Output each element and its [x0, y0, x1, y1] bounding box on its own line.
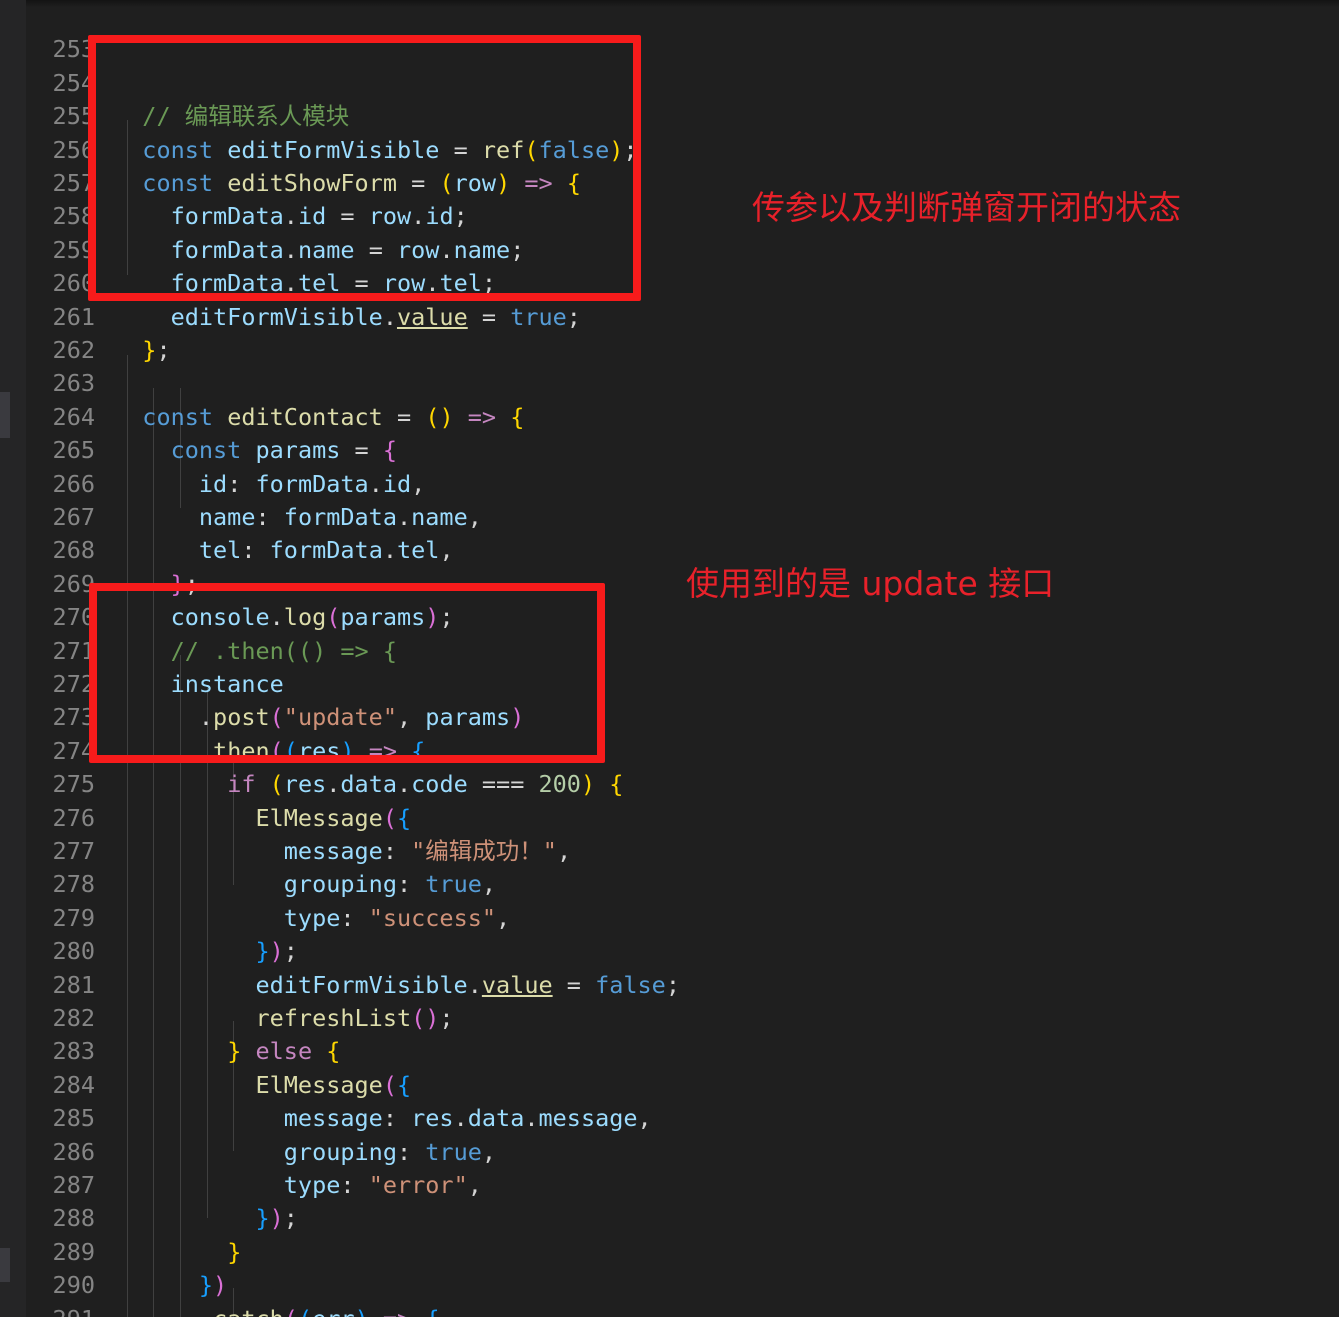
annotation-update-api: 使用到的是 update 接口 — [686, 564, 1055, 603]
code-line[interactable]: 273 .then((res) => { — [0, 668, 1339, 764]
code-line[interactable]: 254 // 编辑联系人模块 — [0, 33, 1339, 130]
code-line[interactable]: 277 grouping: true, — [0, 802, 1339, 898]
code-line[interactable]: 265 id: formData.id, — [0, 401, 1339, 497]
vertical-scrollbar-thumb-secondary[interactable] — [0, 1248, 10, 1282]
code-line[interactable]: 280 editFormVisible.value = false; — [0, 902, 1339, 998]
code-line[interactable]: 284 message: res.data.message, — [0, 1035, 1339, 1132]
code-line[interactable]: 253 — [0, 0, 1339, 63]
vertical-scrollbar-thumb[interactable] — [0, 392, 10, 438]
code-editor-viewport[interactable]: 253 254 // 编辑联系人模块 255 const editFormVis… — [0, 0, 1339, 1317]
code-line[interactable]: 266 name: formData.name, — [0, 434, 1339, 531]
code-line[interactable]: 276 message: "编辑成功！", — [0, 768, 1339, 865]
code-line[interactable]: 267 tel: formData.tel, — [0, 468, 1339, 564]
code-line[interactable]: 260 editFormVisible.value = true; — [0, 234, 1339, 330]
code-line[interactable]: 278 type: "success", — [0, 835, 1339, 931]
code-line[interactable]: 282 } else { — [0, 969, 1339, 1065]
code-line[interactable]: 264 const params = { — [0, 367, 1339, 464]
code-line[interactable]: 286 type: "error", — [0, 1102, 1339, 1199]
code-line[interactable]: 285 grouping: true, — [0, 1069, 1339, 1165]
code-line[interactable]: 263 const editContact = () => { — [0, 334, 1339, 430]
code-line[interactable]: 289 }) — [0, 1202, 1339, 1299]
code-line[interactable]: 291 ElMessage({ — [0, 1269, 1339, 1317]
code-line[interactable]: 269 console.log(params); — [0, 534, 1339, 631]
code-line[interactable]: 274 if (res.data.code === 200) { — [0, 701, 1339, 798]
code-line[interactable]: 272 .post("update", params) — [0, 635, 1339, 731]
code-line[interactable]: 290 .catch((err) => { — [0, 1236, 1339, 1317]
code-line[interactable]: 271 instance — [0, 601, 1339, 698]
code-line[interactable]: 256 const editShowForm = (row) => { — [0, 100, 1339, 197]
code-line[interactable]: 288 } — [0, 1169, 1339, 1265]
code-line[interactable]: 255 const editFormVisible = ref(false); — [0, 67, 1339, 163]
code-line[interactable]: 270 // .then(() => { — [0, 568, 1339, 664]
code-line[interactable]: 261 }; — [0, 267, 1339, 364]
annotation-show-form: 传参以及判断弹窗开闭的状态 — [752, 188, 1181, 227]
code-line[interactable]: 275 ElMessage({ — [0, 735, 1339, 831]
code-line[interactable]: 279 }); — [0, 868, 1339, 965]
code-line[interactable]: 292 message: err, — [0, 1303, 1339, 1317]
code-line[interactable]: 287 }); — [0, 1136, 1339, 1232]
editor-left-decoration-strip — [0, 0, 26, 1317]
code-line[interactable]: 283 ElMessage({ — [0, 1002, 1339, 1098]
code-line[interactable]: 268 }; — [0, 501, 1339, 597]
code-line[interactable]: 257 formData.id = row.id; — [0, 134, 1339, 230]
code-line[interactable]: 262 — [0, 301, 1339, 364]
code-line[interactable]: 281 refreshList(); — [0, 935, 1339, 1032]
